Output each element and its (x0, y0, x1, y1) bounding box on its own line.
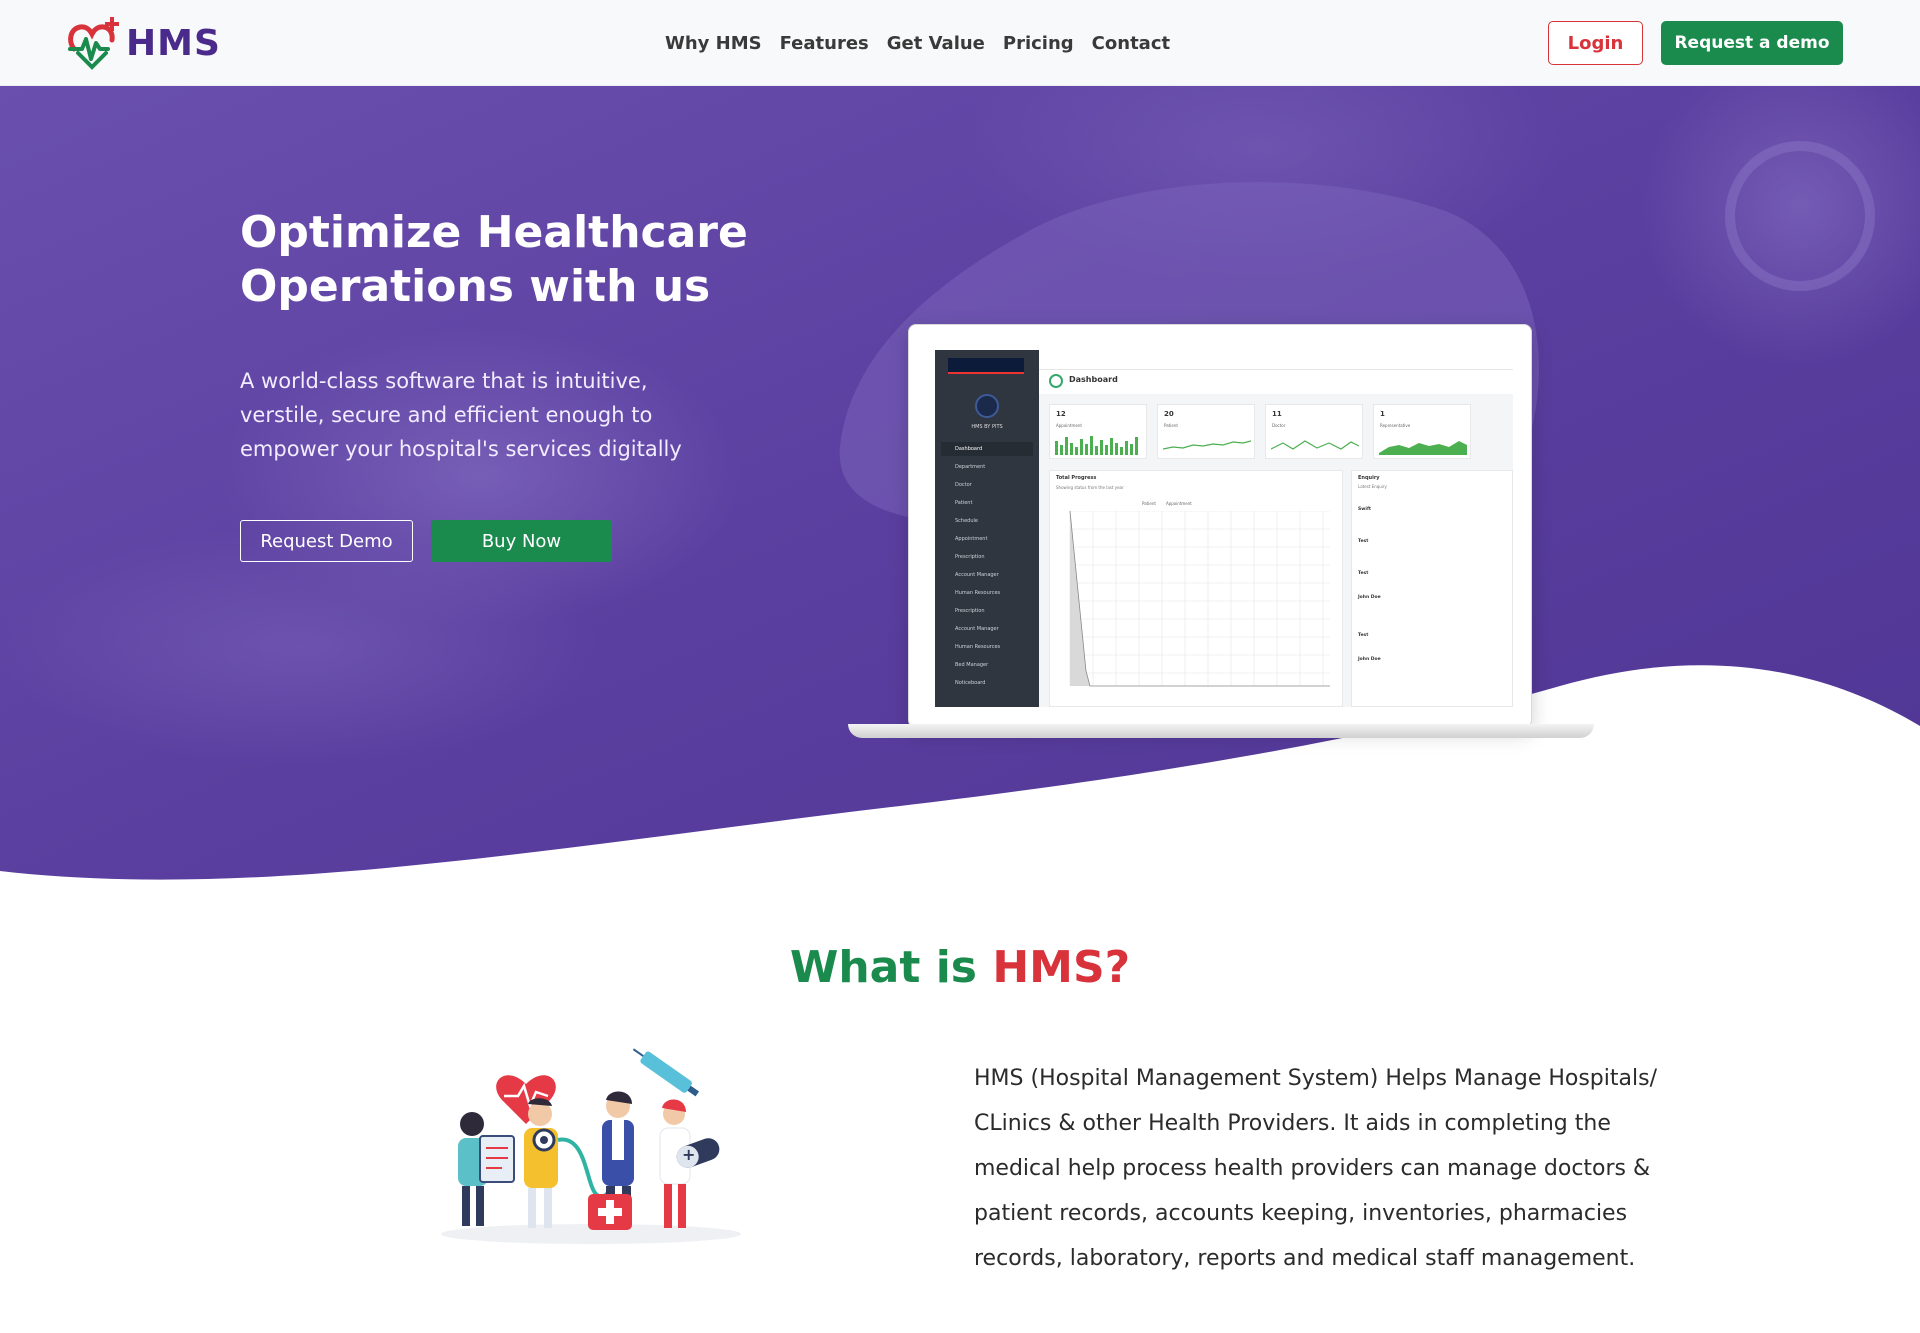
brand-logo[interactable]: HMS (66, 14, 221, 72)
request-demo-nav-button[interactable]: Request a demo (1661, 21, 1843, 65)
medical-team-illustration: + (441, 1048, 741, 1244)
mock-sidebar-item: Patient (955, 500, 973, 506)
what-title-part1: What is (789, 942, 977, 993)
mock-sidebar-item: Human Resources (955, 590, 1001, 596)
mock-dashboard-title: Dashboard (1069, 375, 1118, 384)
mock-enquiry-item: Test (1358, 539, 1369, 544)
mock-stat-number: 1 (1380, 410, 1385, 418)
mock-sidebar-item: Bed Manager (955, 662, 989, 668)
mock-stat-number: 11 (1272, 410, 1282, 418)
heartbeat-logo-icon (68, 17, 119, 70)
nav-link-contact[interactable]: Contact (1092, 33, 1170, 54)
buy-now-button[interactable]: Buy Now (431, 520, 612, 562)
hero-section: Optimize Healthcare Operations with us A… (0, 86, 1920, 896)
mock-sidebar-item: Account Manager (955, 572, 999, 578)
nav-link-why-hms[interactable]: Why HMS (665, 33, 762, 54)
mock-enquiry-item: Swift (1358, 507, 1372, 512)
nav-link-pricing[interactable]: Pricing (1003, 33, 1074, 54)
mock-sidebar: HMS BY PITS Dashboard Department Doctor … (935, 350, 1039, 707)
mock-sidebar-item: Doctor (955, 482, 972, 488)
brand-name: HMS (126, 22, 221, 64)
hero-title: Optimize Healthcare Operations with us (240, 207, 748, 312)
what-title-part2: HMS? (992, 942, 1131, 993)
mock-enquiry-subtitle: Latest Enquiry (1358, 484, 1387, 489)
mock-sidebar-item: Noticeboard (955, 680, 986, 686)
mock-sidebar-item: Prescription (955, 554, 985, 560)
mock-enquiry-panel: Enquiry Latest Enquiry Swift Test Test J… (1351, 470, 1513, 707)
dashboard-screenshot: HMS BY PITS Dashboard Department Doctor … (935, 350, 1513, 707)
mock-stat-label: Patient (1164, 423, 1178, 428)
mock-sidebar-banner (948, 358, 1024, 374)
mock-progress-title: Total Progress (1056, 475, 1097, 481)
dashboard-laptop-mockup: HMS BY PITS Dashboard Department Doctor … (848, 324, 1594, 744)
mock-dashboard-header: Dashboard (1039, 370, 1513, 394)
mock-enquiry-item: John Doe (1358, 595, 1381, 600)
request-demo-button[interactable]: Request Demo (240, 520, 413, 562)
legend-appointment: Appointment (1165, 501, 1192, 506)
mock-sidebar-item: Appointment (955, 536, 988, 542)
mock-stat-card: 12 Appointment (1049, 404, 1147, 459)
mock-stat-number: 20 (1164, 410, 1174, 418)
mock-stat-label: Doctor (1272, 423, 1286, 428)
dashboard-logo-icon (1049, 374, 1063, 388)
mini-bar-chart (1055, 436, 1138, 455)
mock-enquiry-item: John Doe (1358, 657, 1381, 662)
what-is-hms-description: HMS (Hospital Management System) Helps M… (974, 1066, 1657, 1271)
legend-patient: Patient (1142, 501, 1156, 506)
nav-link-features[interactable]: Features (780, 33, 869, 54)
laptop-base (848, 724, 1594, 738)
mock-stat-label: Representative (1380, 423, 1411, 428)
mock-progress-panel: Total Progress Showing status from the l… (1049, 470, 1343, 707)
mock-sidebar-item: Human Resources (955, 644, 1001, 650)
mock-stat-label: Appointment (1056, 423, 1082, 428)
svg-text:+: + (682, 1145, 695, 1164)
mock-sidebar-item: Account Manager (955, 626, 999, 632)
mock-sidebar-name: HMS BY PITS (971, 424, 1003, 430)
mock-enquiry-title: Enquiry (1358, 475, 1380, 481)
mock-stat-card: 20 Patient (1157, 404, 1255, 459)
mock-stat-card: 1 Representative (1373, 404, 1471, 459)
nav-links: Why HMS Features Get Value Pricing Conta… (665, 0, 1170, 86)
mock-stat-number: 12 (1056, 410, 1066, 418)
mock-progress-chart (1069, 511, 1330, 687)
mock-sidebar-item: Dashboard (941, 442, 1033, 456)
mini-area-chart (1379, 441, 1467, 455)
mock-sidebar-item: Department (955, 464, 986, 470)
mini-line-chart (1163, 440, 1251, 450)
mock-sidebar-item: Prescription (955, 608, 985, 614)
what-is-hms-title: What is HMS? (0, 942, 1920, 993)
navbar: HMS Why HMS Features Get Value Pricing C… (0, 0, 1920, 86)
hero-subtitle: A world-class software that is intuitive… (240, 369, 682, 461)
login-button[interactable]: Login (1548, 21, 1643, 65)
mock-chart-legend: Patient Appointment (1142, 501, 1192, 506)
mock-enquiry-item: Test (1358, 633, 1369, 638)
mock-avatar (975, 394, 999, 418)
mock-topbar (1039, 350, 1513, 370)
mock-progress-subtitle: Showing status from the last year (1056, 485, 1124, 490)
mock-stat-card: 11 Doctor (1265, 404, 1363, 459)
mock-enquiry-item: Test (1358, 571, 1369, 576)
mock-sidebar-item: Schedule (955, 518, 978, 524)
laptop-screen-frame: HMS BY PITS Dashboard Department Doctor … (908, 324, 1532, 728)
mini-line-chart (1271, 440, 1359, 450)
nav-link-get-value[interactable]: Get Value (887, 33, 985, 54)
